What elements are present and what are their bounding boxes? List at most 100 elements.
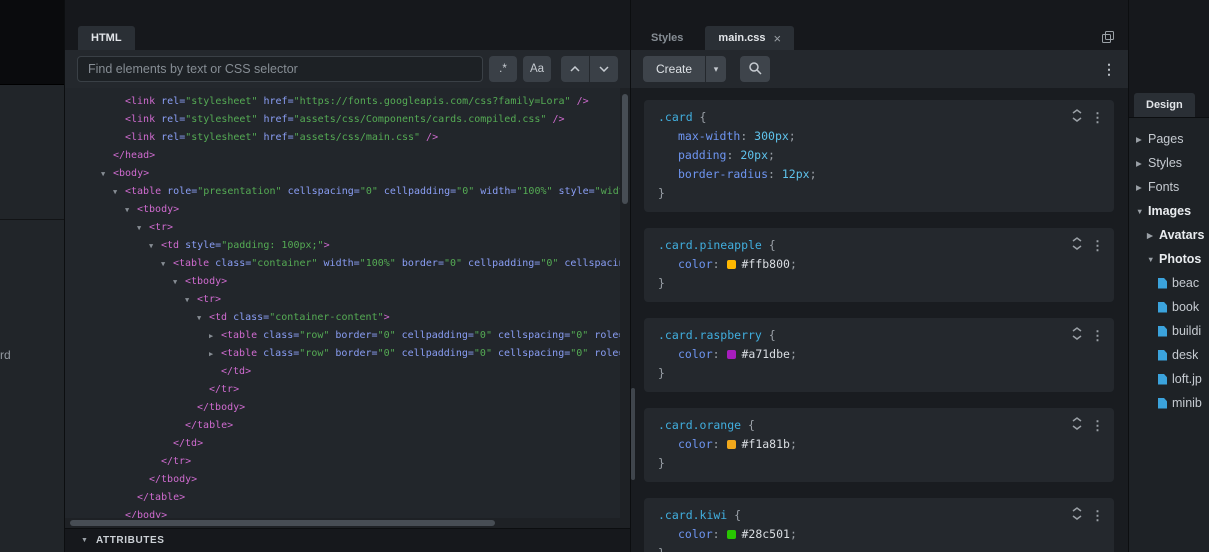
code-line[interactable]: </head>: [77, 147, 620, 165]
rule-menu-button[interactable]: ⋮: [1091, 112, 1104, 125]
match-case-button[interactable]: Aa: [523, 56, 551, 82]
code-line[interactable]: ▼<td class="container-content">: [77, 309, 620, 327]
reorder-icon[interactable]: [1072, 327, 1082, 346]
expand-icon[interactable]: ▶: [1136, 183, 1148, 192]
collapse-icon[interactable]: ▼: [149, 237, 161, 255]
code-line[interactable]: </tbody>: [77, 471, 620, 489]
tree-item-book[interactable]: book: [1129, 295, 1209, 319]
search-styles-button[interactable]: [740, 56, 770, 82]
code-line[interactable]: <link rel="stylesheet" href="https://fon…: [77, 93, 620, 111]
vertical-scrollbar-thumb[interactable]: [622, 94, 628, 204]
tree-item-loft-jp[interactable]: loft.jp: [1129, 367, 1209, 391]
collapse-icon[interactable]: ▼: [1136, 207, 1148, 216]
expand-icon[interactable]: ▶: [1136, 135, 1148, 144]
code-vertical-scrollbar[interactable]: [620, 88, 630, 528]
css-rule-card[interactable]: .card.kiwi {color: #28c501;}⋮: [644, 498, 1114, 552]
code-line[interactable]: ▼<td style="padding: 100px;">: [77, 237, 620, 255]
regex-toggle-button[interactable]: .*: [489, 56, 517, 82]
tree-item-label: book: [1172, 300, 1199, 314]
attributes-section-header[interactable]: ▼ ATTRIBUTES: [65, 528, 630, 552]
tree-item-buildi[interactable]: buildi: [1129, 319, 1209, 343]
code-token: />: [546, 111, 564, 129]
css-rule-card[interactable]: .card.orange {color: #f1a81b;}⋮: [644, 408, 1114, 482]
code-line[interactable]: <link rel="stylesheet" href="assets/css/…: [77, 129, 620, 147]
collapse-icon[interactable]: ▼: [113, 183, 125, 201]
code-line[interactable]: ▶<table class="row" border="0" cellpaddi…: [77, 327, 620, 345]
code-line[interactable]: ▼<tbody>: [77, 201, 620, 219]
reorder-icon[interactable]: [1072, 507, 1082, 526]
styles-scrollbar-thumb[interactable]: [631, 388, 635, 480]
expand-icon[interactable]: ▶: [1136, 159, 1148, 168]
code-line[interactable]: </table>: [77, 489, 620, 507]
code-line[interactable]: ▼<body>: [77, 165, 620, 183]
tab-design[interactable]: Design: [1134, 93, 1195, 117]
color-swatch[interactable]: [727, 530, 736, 539]
dock-panel-button[interactable]: [1102, 30, 1114, 48]
collapse-icon[interactable]: ▼: [185, 291, 197, 309]
css-rule-card[interactable]: .card.raspberry {color: #a71dbe;}⋮: [644, 318, 1114, 392]
tree-item-images[interactable]: ▼Images: [1129, 199, 1209, 223]
find-elements-input[interactable]: [77, 56, 483, 82]
find-next-button[interactable]: [590, 56, 618, 82]
reorder-icon[interactable]: [1072, 109, 1082, 128]
create-dropdown-button[interactable]: ▾: [706, 56, 726, 82]
find-previous-button[interactable]: [561, 56, 589, 82]
rule-menu-button[interactable]: ⋮: [1091, 330, 1104, 343]
collapse-icon[interactable]: ▼: [101, 165, 113, 183]
tree-item-label: Styles: [1148, 156, 1182, 170]
tree-item-fonts[interactable]: ▶Fonts: [1129, 175, 1209, 199]
reorder-icon[interactable]: [1072, 237, 1082, 256]
tab-main-css[interactable]: main.css ×: [705, 26, 794, 50]
color-swatch[interactable]: [727, 440, 736, 449]
code-line[interactable]: </td>: [77, 435, 620, 453]
code-line[interactable]: ▼<table class="container" width="100%" b…: [77, 255, 620, 273]
reorder-icon[interactable]: [1072, 417, 1082, 436]
collapse-icon[interactable]: ▼: [161, 255, 173, 273]
expand-icon[interactable]: ▶: [209, 345, 221, 363]
tree-item-photos[interactable]: ▼Photos: [1129, 247, 1209, 271]
collapse-icon[interactable]: ▼: [137, 219, 149, 237]
tree-item-beac[interactable]: beac: [1129, 271, 1209, 295]
create-button[interactable]: Create: [643, 56, 705, 82]
code-token: "assets/css/Components/cards.compiled.cs…: [294, 111, 547, 129]
attributes-collapse-icon[interactable]: ▼: [81, 537, 88, 544]
collapse-icon[interactable]: ▼: [173, 273, 185, 291]
expand-icon[interactable]: ▶: [1147, 231, 1159, 240]
collapse-icon[interactable]: ▼: [197, 309, 209, 327]
styles-menu-button[interactable]: ⋮: [1102, 50, 1116, 88]
code-line[interactable]: </tr>: [77, 381, 620, 399]
tree-item-desk[interactable]: desk: [1129, 343, 1209, 367]
tree-item-pages[interactable]: ▶Pages: [1129, 127, 1209, 151]
tab-html[interactable]: HTML: [78, 26, 135, 50]
code-line[interactable]: <link rel="stylesheet" href="assets/css/…: [77, 111, 620, 129]
css-rule-card[interactable]: .card.pineapple {color: #ffb800;}⋮: [644, 228, 1114, 302]
rule-menu-button[interactable]: ⋮: [1091, 420, 1104, 433]
css-rule-card[interactable]: .card {max-width: 300px;padding: 20px;bo…: [644, 100, 1114, 212]
tree-item-avatars[interactable]: ▶Avatars: [1129, 223, 1209, 247]
property-value: #28c501: [741, 527, 789, 541]
rule-menu-button[interactable]: ⋮: [1091, 240, 1104, 253]
code-line[interactable]: ▼<tr>: [77, 219, 620, 237]
code-line[interactable]: ▶<table class="row" border="0" cellpaddi…: [77, 345, 620, 363]
code-line[interactable]: ▼<table role="presentation" cellspacing=…: [77, 183, 620, 201]
code-line[interactable]: ▼<tr>: [77, 291, 620, 309]
code-line[interactable]: </tbody>: [77, 399, 620, 417]
code-line[interactable]: </table>: [77, 417, 620, 435]
color-swatch[interactable]: [727, 350, 736, 359]
code-line[interactable]: ▼<tbody>: [77, 273, 620, 291]
rule-controls: ⋮: [1072, 417, 1104, 436]
code-line[interactable]: </tr>: [77, 453, 620, 471]
tree-item-minib[interactable]: minib: [1129, 391, 1209, 415]
rule-menu-button[interactable]: ⋮: [1091, 510, 1104, 523]
collapse-icon[interactable]: ▼: [1147, 255, 1159, 264]
rule-selector: .card {: [658, 108, 1102, 127]
collapse-icon[interactable]: ▼: [125, 201, 137, 219]
tab-styles[interactable]: Styles: [637, 26, 697, 50]
code-horizontal-scrollbar[interactable]: [65, 518, 620, 528]
horizontal-scrollbar-thumb[interactable]: [70, 520, 495, 526]
close-icon[interactable]: ×: [774, 31, 782, 46]
code-line[interactable]: </td>: [77, 363, 620, 381]
tree-item-styles[interactable]: ▶Styles: [1129, 151, 1209, 175]
color-swatch[interactable]: [727, 260, 736, 269]
expand-icon[interactable]: ▶: [209, 327, 221, 345]
